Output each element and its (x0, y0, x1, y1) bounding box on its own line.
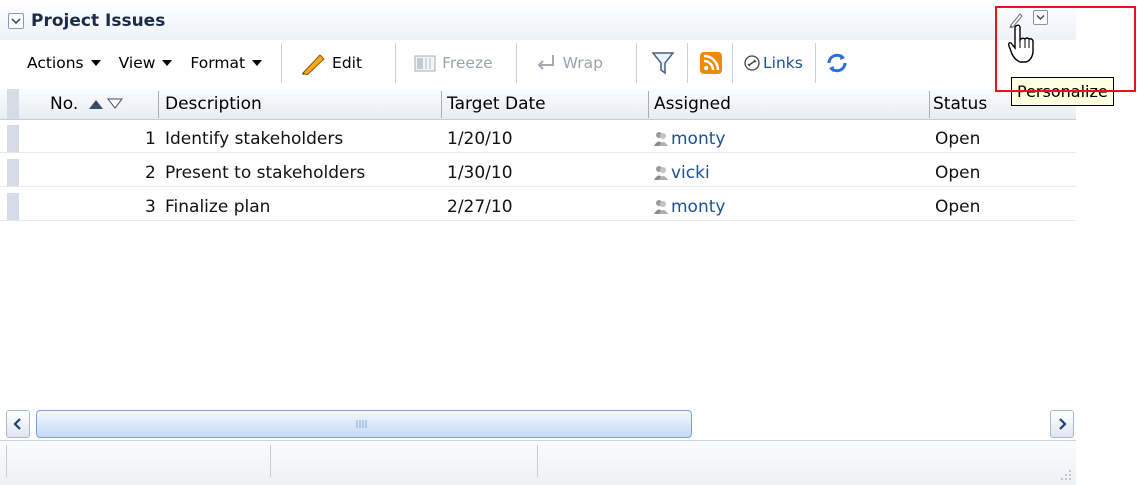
toolbar-separator (732, 43, 733, 83)
rss-icon (700, 52, 722, 74)
chevron-down-icon (252, 60, 263, 66)
toolbar-separator (636, 43, 637, 83)
status-divider (270, 445, 271, 477)
panel-title: Project Issues (31, 11, 166, 31)
toolbar-separator (814, 43, 816, 83)
cell-target-date: 1/30/10 (447, 162, 513, 183)
column-header-status-label: Status (933, 94, 988, 114)
freeze-icon (414, 54, 436, 72)
status-bar (0, 440, 1076, 485)
view-menu[interactable]: View (119, 45, 173, 81)
cell-target-date: 2/27/10 (447, 196, 513, 217)
refresh-button[interactable] (824, 45, 850, 81)
scroll-right-button[interactable] (1050, 410, 1074, 438)
panel-header: Project Issues (0, 0, 1076, 40)
column-divider[interactable] (441, 91, 442, 118)
cell-assigned[interactable]: vicki (654, 159, 710, 186)
column-divider[interactable] (158, 91, 159, 118)
wrap-icon (535, 53, 557, 73)
view-menu-label: View (118, 54, 156, 72)
column-header-target-date-label: Target Date (447, 94, 546, 114)
column-header-no[interactable]: No. (50, 89, 124, 119)
scroll-left-button[interactable] (6, 410, 30, 438)
grip-icon (356, 420, 367, 428)
cell-assigned[interactable]: monty (654, 193, 725, 220)
filter-button[interactable] (652, 45, 674, 81)
cell-no: 1 (145, 128, 156, 149)
row-header[interactable] (7, 125, 19, 152)
table-row[interactable]: 3 Finalize plan 2/27/10 monty Open (0, 193, 1076, 221)
sort-ascending-icon[interactable] (88, 98, 104, 110)
project-issues-panel: Project Issues Actions View Format Edit … (0, 0, 1076, 485)
column-header-target-date[interactable]: Target Date (447, 89, 546, 119)
format-menu-label: Format (190, 54, 246, 72)
column-header-no-label: No. (50, 94, 79, 114)
cell-description: Identify stakeholders (165, 128, 344, 149)
cell-description: Finalize plan (165, 196, 271, 217)
column-header-assigned-label: Assigned (654, 94, 731, 114)
toolbar-separator (395, 43, 397, 83)
row-header-column (7, 89, 19, 119)
table-row[interactable]: 2 Present to stakeholders 1/30/10 vicki … (0, 159, 1076, 187)
cell-status: Open (935, 162, 981, 183)
cell-description: Present to stakeholders (165, 162, 366, 183)
format-menu[interactable]: Format (190, 45, 263, 81)
cell-target-date: 1/20/10 (447, 128, 513, 149)
rss-button[interactable] (700, 45, 722, 81)
table-row[interactable]: 1 Identify stakeholders 1/20/10 monty Op… (0, 125, 1076, 153)
links-label: Links (763, 54, 803, 72)
wrap-label: Wrap (562, 54, 603, 72)
cell-no: 2 (145, 162, 156, 183)
resize-grip-icon[interactable] (1060, 469, 1072, 481)
cell-status: Open (935, 128, 981, 149)
toolbar-separator (687, 43, 688, 83)
user-icon (654, 165, 668, 180)
wrap-button[interactable]: Wrap (535, 45, 603, 81)
freeze-label: Freeze (442, 54, 493, 72)
toolbar-separator (515, 43, 517, 83)
assigned-user-link[interactable]: monty (671, 129, 725, 149)
freeze-button[interactable]: Freeze (414, 45, 493, 81)
toolbar: Actions View Format Edit Freeze Wrap Lin… (0, 38, 1076, 88)
actions-menu-label: Actions (27, 54, 84, 72)
filter-icon (652, 51, 674, 75)
column-header-description-label: Description (165, 94, 262, 114)
actions-menu[interactable]: Actions (27, 45, 101, 81)
user-icon (654, 199, 668, 214)
column-header-description[interactable]: Description (165, 89, 262, 119)
pencil-icon (300, 51, 326, 75)
panel-title-area: Project Issues (8, 8, 165, 34)
chevron-down-icon (90, 60, 101, 66)
row-header[interactable] (7, 159, 19, 186)
links-icon (744, 55, 760, 71)
status-divider (537, 445, 538, 477)
scrollbar-thumb[interactable] (36, 410, 692, 438)
cell-status: Open (935, 196, 981, 217)
status-divider (6, 445, 7, 477)
column-divider[interactable] (929, 91, 930, 118)
cell-no: 3 (145, 196, 156, 217)
edit-label: Edit (332, 54, 363, 72)
assigned-user-link[interactable]: vicki (671, 163, 710, 183)
collapse-icon[interactable] (8, 13, 24, 29)
toolbar-separator (281, 43, 283, 83)
user-icon (654, 131, 668, 146)
links-button[interactable]: Links (744, 45, 803, 81)
table-header: No. Description Target Date Assigned Sta… (0, 89, 1076, 120)
column-divider[interactable] (648, 91, 649, 118)
assigned-user-link[interactable]: monty (671, 197, 725, 217)
column-header-assigned[interactable]: Assigned (654, 89, 731, 119)
horizontal-scrollbar[interactable] (6, 410, 1076, 440)
row-header[interactable] (7, 193, 19, 220)
refresh-icon (824, 50, 850, 76)
sort-descending-icon[interactable] (107, 98, 124, 110)
highlight-box (995, 6, 1136, 92)
chevron-down-icon (162, 60, 173, 66)
column-header-status[interactable]: Status (933, 89, 987, 119)
cell-assigned[interactable]: monty (654, 125, 725, 152)
edit-button[interactable]: Edit (300, 45, 362, 81)
